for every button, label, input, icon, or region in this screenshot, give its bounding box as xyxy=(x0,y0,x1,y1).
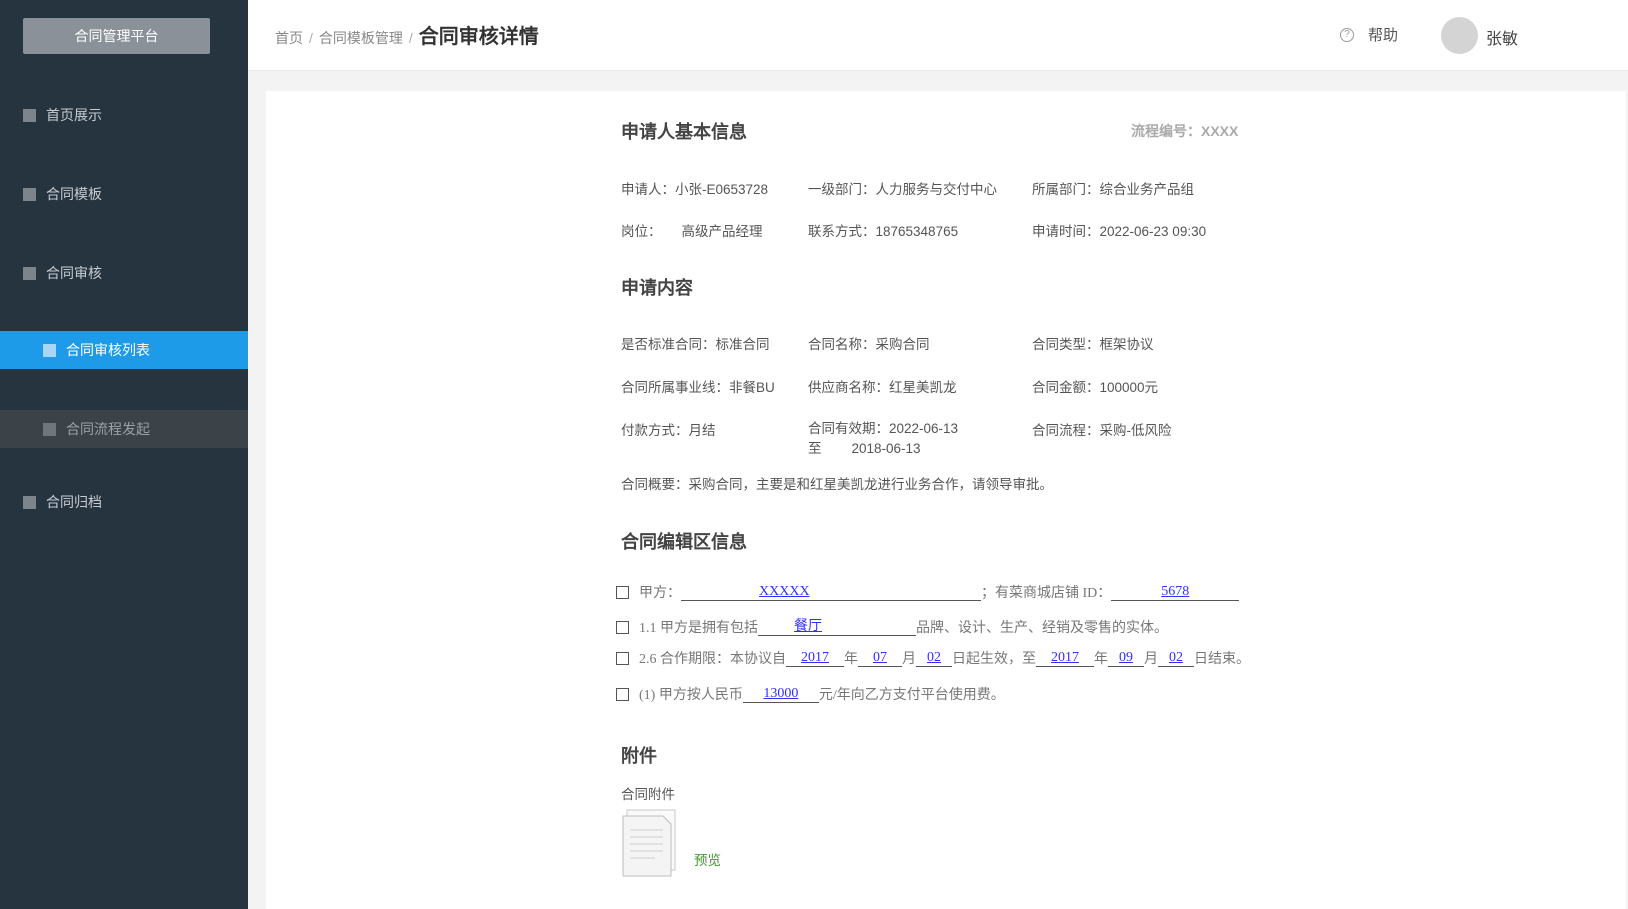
clause-checkbox[interactable] xyxy=(616,620,629,634)
sidebar-item-flow-start[interactable]: 合同流程发起 xyxy=(0,410,248,448)
amount-field: 合同金额：100000元 xyxy=(1032,380,1159,395)
applicant-section-title: 申请人基本信息 xyxy=(621,122,747,142)
menu-square-icon xyxy=(23,495,36,509)
sub-department-field: 所属部门：综合业务产品组 xyxy=(1032,182,1194,197)
avatar[interactable] xyxy=(1441,17,1478,54)
sidebar-item-home[interactable]: 首页展示 xyxy=(0,96,248,134)
start-year-value: 2017 xyxy=(786,650,844,667)
clause-2-6: 2.6 合作期限：本协议自 2017 年 07 月 02 日起生效，至 2017… xyxy=(616,648,1250,668)
breadcrumb-home[interactable]: 首页 xyxy=(275,28,303,48)
attachment-section-title: 附件 xyxy=(621,746,657,766)
breadcrumb: 首页 / 合同模板管理 / 合同审核详情 xyxy=(275,20,539,49)
sidebar-item-label: 合同归档 xyxy=(46,494,102,510)
business-line-field: 合同所属事业线：非餐BU xyxy=(621,380,775,395)
content-section-title: 申请内容 xyxy=(621,278,693,298)
start-month-value: 07 xyxy=(858,650,902,667)
standard-contract-field: 是否标准合同：标准合同 xyxy=(621,337,770,352)
help-link[interactable]: ? 帮助 xyxy=(1339,24,1398,45)
party-a-value: XXXXX xyxy=(681,584,981,601)
sidebar-item-templates[interactable]: 合同模板 xyxy=(0,175,248,213)
clause-party-a: 甲方： XXXXX ；有菜商城店铺 ID： 5678 xyxy=(616,582,1240,602)
username[interactable]: 张敏 xyxy=(1486,25,1518,49)
sidebar-item-review[interactable]: 合同审核 xyxy=(0,254,248,292)
edit-section-title: 合同编辑区信息 xyxy=(621,532,747,552)
payment-field: 付款方式：月结 xyxy=(621,423,716,438)
menu-square-icon xyxy=(23,187,36,201)
breadcrumb-separator: / xyxy=(309,30,313,46)
flow-number: 流程编号：XXXX xyxy=(1131,123,1239,139)
summary-field: 合同概要：采购合同，主要是和红星美凯龙进行业务合作，请领导审批。 xyxy=(621,477,1053,492)
position-field: 岗位： 高级产品经理 xyxy=(621,224,763,239)
shop-id-value: 5678 xyxy=(1111,584,1240,601)
end-month-value: 09 xyxy=(1108,650,1144,667)
sidebar-item-label: 合同模板 xyxy=(46,186,102,202)
clause-checkbox[interactable] xyxy=(616,651,629,665)
apply-time-field: 申请时间：2022-06-23 09:30 xyxy=(1032,224,1207,239)
help-label: 帮助 xyxy=(1367,27,1398,44)
applicant-field: 申请人：小张-E0653728 xyxy=(621,182,769,197)
sidebar: 合同管理平台 首页展示 合同模板 合同审核 合同审核列表 合同流程发起 合同归档 xyxy=(0,0,248,909)
page-title: 合同审核详情 xyxy=(418,26,539,48)
menu-square-icon xyxy=(23,108,36,122)
supplier-field: 供应商名称：红星美凯龙 xyxy=(808,380,957,395)
breadcrumb-separator: / xyxy=(408,30,413,46)
menu-square-icon xyxy=(43,422,56,436)
brand-button[interactable]: 合同管理平台 xyxy=(23,18,210,54)
clause-fee: (1) 甲方按人民币 13000 元/年向乙方支付平台使用费。 xyxy=(616,684,1005,704)
menu-square-icon xyxy=(23,266,36,280)
contract-name-field: 合同名称：采购合同 xyxy=(808,337,930,352)
fee-value: 13000 xyxy=(742,686,819,703)
sidebar-item-archive[interactable]: 合同归档 xyxy=(0,483,248,521)
attachment-label: 合同附件 xyxy=(621,787,675,802)
brand-scope-value: 餐厅 xyxy=(758,619,916,636)
question-icon: ? xyxy=(1339,27,1354,42)
menu-square-icon xyxy=(43,343,56,357)
detail-card: 申请人基本信息 流程编号：XXXX 申请人：小张-E0653728 一级部门：人… xyxy=(266,91,1626,909)
top-header: 首页 / 合同模板管理 / 合同审核详情 ? 帮助 张敏 xyxy=(248,0,1628,71)
document-icon[interactable] xyxy=(619,808,679,881)
sidebar-item-label: 首页展示 xyxy=(46,107,102,123)
sidebar-item-label: 合同流程发起 xyxy=(66,421,150,437)
breadcrumb-templates[interactable]: 合同模板管理 xyxy=(319,28,403,48)
sidebar-item-review-list[interactable]: 合同审核列表 xyxy=(0,331,248,369)
flow-field: 合同流程：采购-低风险 xyxy=(1032,423,1172,438)
sidebar-item-label: 合同审核列表 xyxy=(66,342,150,358)
department-field: 一级部门：人力服务与交付中心 xyxy=(808,182,997,197)
validity-field: 合同有效期：2022-06-13 至 2018-06-13 xyxy=(808,421,959,456)
contact-field: 联系方式：18765348765 xyxy=(808,224,959,239)
clause-checkbox[interactable] xyxy=(616,687,629,701)
contract-type-field: 合同类型：框架协议 xyxy=(1032,337,1154,352)
start-day-value: 02 xyxy=(916,650,952,667)
clause-1-1: 1.1 甲方是拥有包括 餐厅 品牌、设计、生产、经销及零售的实体。 xyxy=(616,617,1168,637)
sidebar-item-label: 合同审核 xyxy=(46,265,102,281)
preview-link[interactable]: 预览 xyxy=(694,849,721,869)
end-day-value: 02 xyxy=(1158,650,1194,667)
clause-checkbox[interactable] xyxy=(616,585,629,599)
end-year-value: 2017 xyxy=(1036,650,1094,667)
